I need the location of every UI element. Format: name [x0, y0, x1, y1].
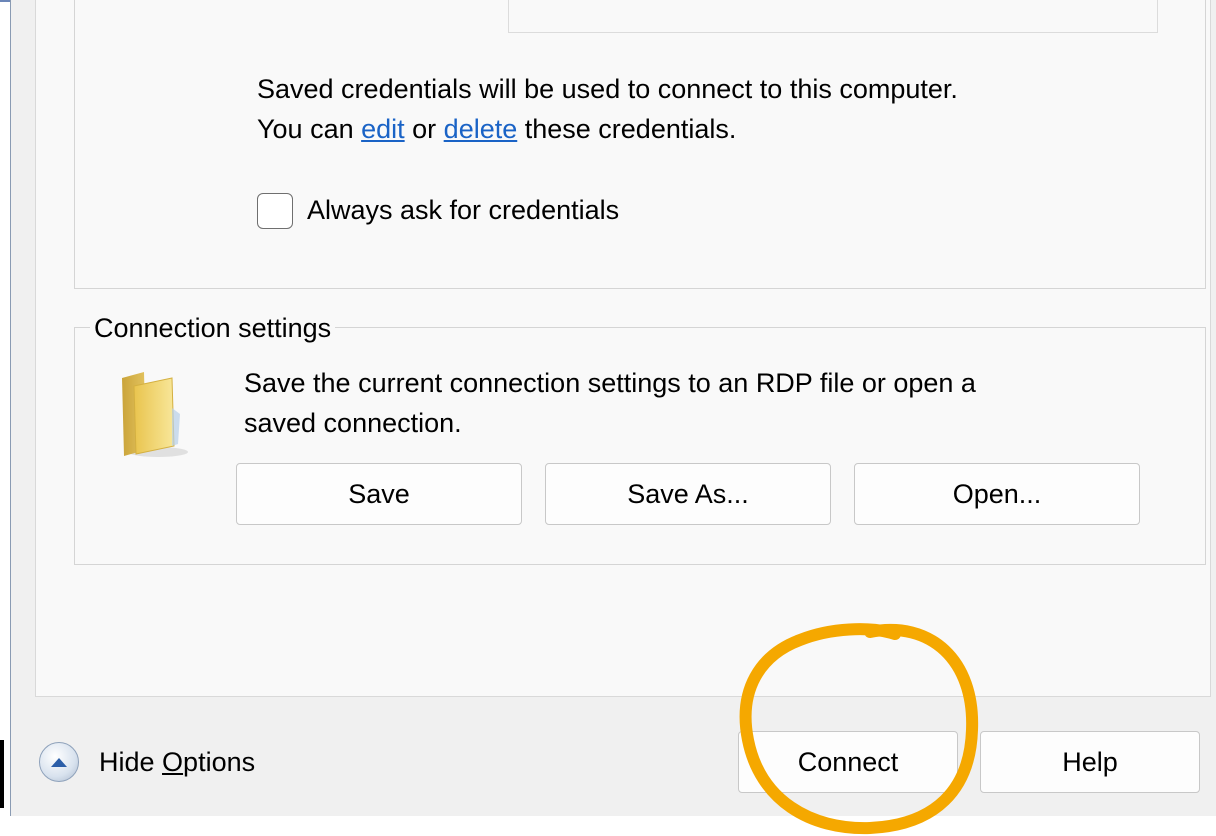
- rdp-dialog: Saved credentials will be used to connec…: [10, 0, 1216, 816]
- edit-credentials-link[interactable]: edit: [361, 114, 405, 144]
- hide-options-label: Hide Options: [99, 747, 255, 778]
- window-edge-mark: [0, 740, 4, 808]
- credentials-text-suffix: these credentials.: [517, 114, 737, 144]
- chevron-up-circle-icon: [39, 742, 79, 782]
- credentials-text-prefix: You can: [257, 114, 362, 144]
- credentials-info-line2: You can edit or delete these credentials…: [257, 110, 736, 148]
- connection-settings-desc-line2: saved connection.: [244, 408, 462, 438]
- connect-button[interactable]: Connect: [738, 731, 958, 793]
- open-button[interactable]: Open...: [854, 463, 1140, 525]
- credentials-group: Saved credentials will be used to connec…: [74, 0, 1206, 289]
- chevron-up-icon: [51, 758, 67, 767]
- hide-options-label-post: ptions: [183, 746, 256, 777]
- always-ask-credentials-label[interactable]: Always ask for credentials: [307, 191, 619, 229]
- folder-icon: [122, 372, 188, 457]
- hide-options-accelerator: O: [162, 746, 184, 777]
- save-button[interactable]: Save: [236, 463, 522, 525]
- credentials-info-line1: Saved credentials will be used to connec…: [257, 74, 958, 104]
- connection-settings-desc-line1: Save the current connection settings to …: [244, 368, 976, 398]
- always-ask-credentials-checkbox[interactable]: [257, 193, 293, 229]
- credentials-text-middle: or: [404, 114, 444, 144]
- hide-options-label-pre: Hide: [99, 746, 163, 777]
- help-button[interactable]: Help: [980, 731, 1200, 793]
- connection-settings-group: [74, 327, 1206, 565]
- delete-credentials-link[interactable]: delete: [444, 114, 518, 144]
- credentials-field-stub: [508, 0, 1158, 33]
- connection-settings-title: Connection settings: [90, 311, 336, 345]
- hide-options-toggle[interactable]: Hide Options: [39, 742, 255, 782]
- save-as-button[interactable]: Save As...: [545, 463, 831, 525]
- advanced-tab-panel: Saved credentials will be used to connec…: [35, 0, 1211, 697]
